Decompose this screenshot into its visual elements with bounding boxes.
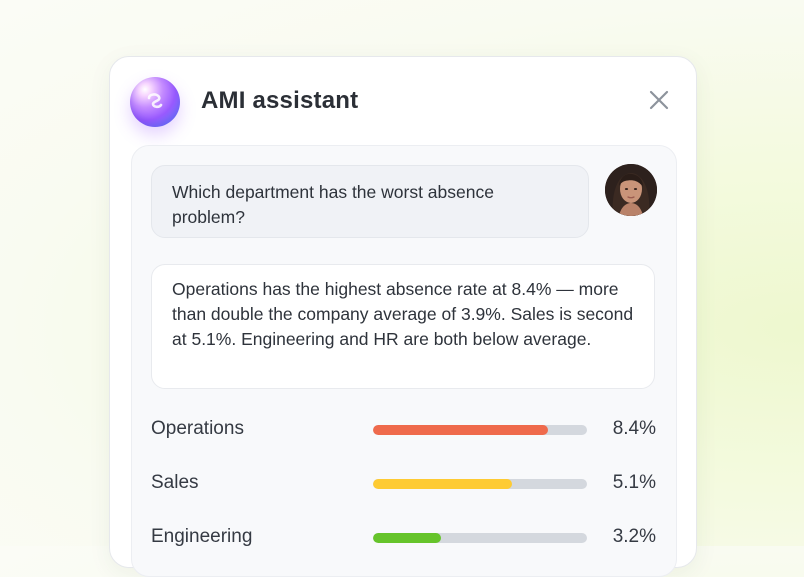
department-name: Operations bbox=[151, 418, 244, 439]
department-row: Engineering 3.2% bbox=[151, 523, 656, 553]
assistant-title: AMI assistant bbox=[201, 87, 359, 114]
absence-bar-track bbox=[373, 479, 587, 489]
absence-bar-track bbox=[373, 425, 587, 435]
assistant-panel: AMI assistant Which department has the w… bbox=[109, 56, 697, 577]
department-name: Engineering bbox=[151, 526, 253, 547]
department-name: Sales bbox=[151, 472, 199, 493]
absence-rate-value: 3.2% bbox=[612, 526, 656, 547]
department-row: Sales 5.1% bbox=[151, 469, 656, 499]
absence-bar-fill bbox=[373, 533, 442, 543]
department-row: Operations 8.4% bbox=[151, 415, 656, 445]
absence-bar-track bbox=[373, 533, 587, 543]
absence-rate-value: 5.1% bbox=[612, 472, 656, 493]
user-message: Which department has the worst absence p… bbox=[151, 165, 589, 238]
ami-logo-icon bbox=[130, 77, 180, 127]
absence-bar-fill bbox=[373, 425, 549, 435]
absence-rate-value: 8.4% bbox=[612, 418, 656, 439]
assistant-answer: Operations has the highest absence rate … bbox=[151, 264, 655, 389]
user-avatar bbox=[605, 164, 657, 216]
close-icon[interactable] bbox=[646, 87, 672, 113]
chat-area: Which department has the worst absence p… bbox=[131, 145, 677, 577]
absence-bar-fill bbox=[373, 479, 513, 489]
